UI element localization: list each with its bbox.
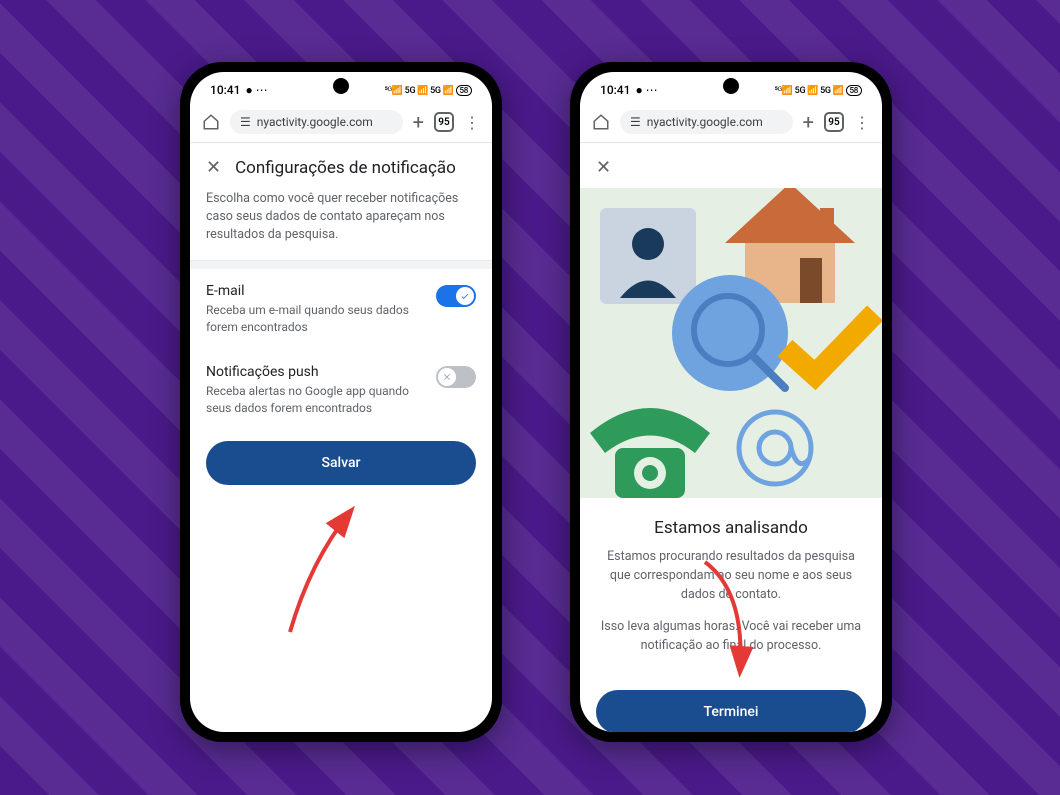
status-network: ⁵ᴳ📶 5G 📶 5G 📶 58 [385, 85, 472, 96]
analyzing-title: Estamos analisando [598, 518, 864, 538]
phone-frame-1: 10:41 ● ⋯ ⁵ᴳ📶 5G 📶 5G 📶 58 ☰ nyactivity.… [180, 62, 502, 742]
status-time: 10:41 [600, 83, 630, 97]
save-button[interactable]: Salvar [206, 441, 476, 485]
url-text: nyactivity.google.com [647, 115, 763, 129]
email-toggle[interactable] [436, 285, 476, 307]
telephone-icon [580, 393, 720, 498]
done-button[interactable]: Terminei [596, 690, 866, 732]
analyzing-text-1: Estamos procurando resultados da pesquis… [598, 548, 864, 604]
push-subtitle: Receba alertas no Google app quando seus… [206, 383, 424, 417]
setting-push: Notificações push Receba alertas no Goog… [190, 350, 492, 431]
close-icon[interactable]: ✕ [206, 157, 221, 178]
menu-icon[interactable]: ⋮ [854, 113, 870, 132]
phone-frame-2: 10:41 ● ⋯ ⁵ᴳ📶 5G 📶 5G 📶 58 ☰ nyactivity.… [570, 62, 892, 742]
setting-email: E-mail Receba um e-mail quando seus dado… [190, 269, 492, 350]
site-settings-icon: ☰ [630, 115, 641, 129]
analyzing-text-2: Isso leva algumas horas. Você vai recebe… [598, 618, 864, 656]
push-title: Notificações push [206, 364, 424, 380]
page-description: Escolha como você quer receber notificaç… [190, 188, 492, 261]
section-divider [190, 261, 492, 269]
push-toggle[interactable] [436, 366, 476, 388]
tab-count[interactable]: 95 [434, 112, 454, 132]
new-tab-icon[interactable]: + [803, 110, 814, 134]
email-title: E-mail [206, 283, 424, 299]
status-dots: ● ⋯ [245, 83, 267, 97]
new-tab-icon[interactable]: + [413, 110, 424, 134]
status-dots: ● ⋯ [635, 83, 657, 97]
checkmark-icon [775, 303, 882, 393]
email-subtitle: Receba um e-mail quando seus dados forem… [206, 302, 424, 336]
url-bar[interactable]: ☰ nyactivity.google.com [620, 110, 793, 134]
camera-cutout [723, 78, 739, 94]
annotation-arrow-1 [280, 502, 400, 646]
camera-cutout [333, 78, 349, 94]
page-title: Configurações de notificação [235, 158, 456, 178]
status-time: 10:41 [210, 83, 240, 97]
home-icon[interactable] [592, 113, 610, 131]
url-text: nyactivity.google.com [257, 115, 373, 129]
menu-icon[interactable]: ⋮ [464, 113, 480, 132]
at-icon [730, 403, 820, 493]
home-icon[interactable] [202, 113, 220, 131]
illustration-banner [580, 188, 882, 498]
browser-toolbar: ☰ nyactivity.google.com + 95 ⋮ [190, 102, 492, 143]
site-settings-icon: ☰ [240, 115, 251, 129]
tab-count[interactable]: 95 [824, 112, 844, 132]
url-bar[interactable]: ☰ nyactivity.google.com [230, 110, 403, 134]
status-network: ⁵ᴳ📶 5G 📶 5G 📶 58 [775, 85, 862, 96]
browser-toolbar: ☰ nyactivity.google.com + 95 ⋮ [580, 102, 882, 143]
close-icon[interactable]: ✕ [596, 157, 611, 178]
